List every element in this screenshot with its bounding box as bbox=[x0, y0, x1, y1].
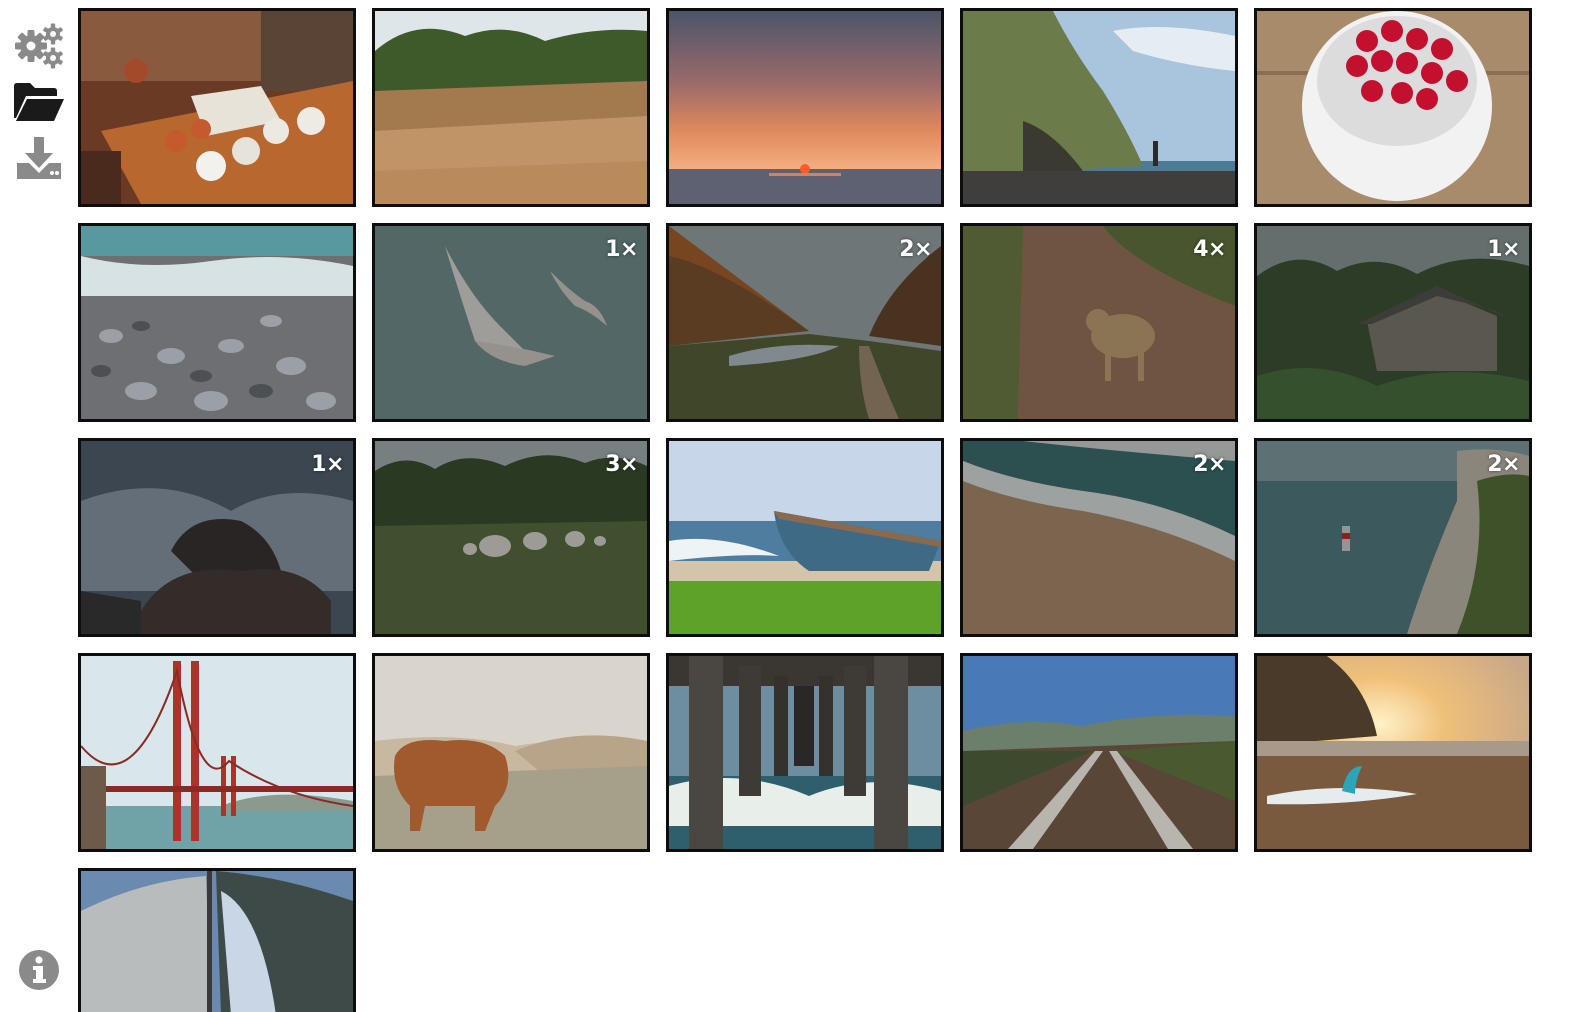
photo-tile[interactable]: 2× bbox=[960, 438, 1238, 637]
open-folder-button[interactable] bbox=[10, 76, 68, 128]
settings-button[interactable] bbox=[10, 20, 68, 72]
photo-golden-gate bbox=[81, 656, 353, 849]
photo-sailboat bbox=[81, 871, 353, 1012]
photo-surfboard-sunset bbox=[1257, 656, 1529, 849]
photo-tile[interactable] bbox=[666, 8, 944, 207]
photo-tile[interactable] bbox=[960, 653, 1238, 852]
photo-sea-cliff bbox=[963, 11, 1235, 204]
download-icon bbox=[14, 135, 64, 181]
sidebar bbox=[0, 0, 78, 1012]
photo-tile[interactable] bbox=[666, 438, 944, 637]
photo-tile[interactable]: 4× bbox=[960, 223, 1238, 422]
photo-sunset-sea bbox=[669, 11, 941, 204]
photo-pebble-beach bbox=[81, 226, 353, 419]
settings-gears-icon bbox=[11, 20, 67, 72]
photo-tile[interactable]: 3× bbox=[372, 438, 650, 637]
photo-autumn-valley bbox=[669, 226, 941, 419]
photo-tile[interactable] bbox=[960, 8, 1238, 207]
photo-highland-cow bbox=[375, 656, 647, 849]
photo-aerial-wave bbox=[963, 441, 1235, 634]
photo-tile[interactable]: 1× bbox=[372, 223, 650, 422]
photo-tile[interactable]: 1× bbox=[78, 438, 356, 637]
photo-dry-grass bbox=[375, 11, 647, 204]
photo-tile[interactable]: 2× bbox=[666, 223, 944, 422]
photo-jungle-hut bbox=[1257, 226, 1529, 419]
photo-tile[interactable] bbox=[372, 653, 650, 852]
photo-tile[interactable] bbox=[1254, 653, 1532, 852]
photo-tile[interactable]: 1× bbox=[1254, 223, 1532, 422]
download-button[interactable] bbox=[10, 132, 68, 184]
photo-tile[interactable] bbox=[78, 223, 356, 422]
photo-tile[interactable] bbox=[78, 8, 356, 207]
photo-leopard bbox=[963, 226, 1235, 419]
photo-boat-beach bbox=[669, 441, 941, 634]
photo-tile[interactable] bbox=[372, 8, 650, 207]
photo-railway bbox=[963, 656, 1235, 849]
photo-tile[interactable] bbox=[78, 653, 356, 852]
photo-raspberries bbox=[1257, 11, 1529, 204]
photo-sheep bbox=[375, 441, 647, 634]
info-button[interactable] bbox=[10, 944, 68, 996]
info-icon bbox=[17, 948, 61, 992]
photo-tile[interactable] bbox=[78, 868, 356, 1012]
photo-tea-cups bbox=[81, 11, 353, 204]
photo-seagulls bbox=[375, 226, 647, 419]
photo-tile[interactable]: 2× bbox=[1254, 438, 1532, 637]
folder-open-icon bbox=[12, 80, 66, 124]
photo-tile[interactable] bbox=[666, 653, 944, 852]
photo-app: 1× 2× 4× 1× 1× 3× 2× 2× bbox=[0, 0, 1578, 1012]
photo-rocks-waves bbox=[81, 441, 353, 634]
photo-under-pier bbox=[669, 656, 941, 849]
photo-tile[interactable] bbox=[1254, 8, 1532, 207]
photo-lighthouse-cliff bbox=[1257, 441, 1529, 634]
